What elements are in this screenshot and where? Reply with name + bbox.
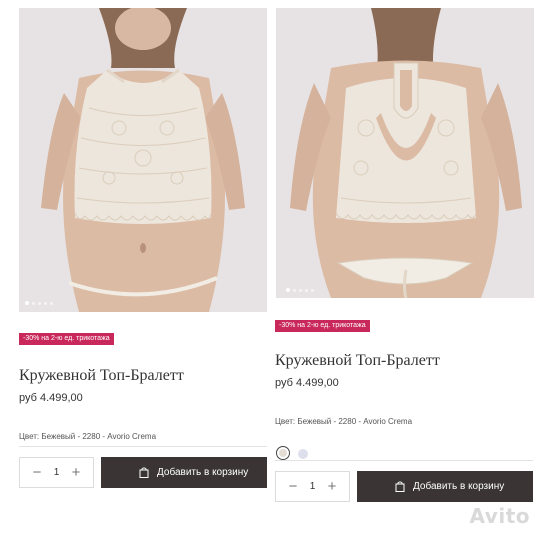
- color-swatches: [276, 446, 308, 460]
- color-swatch-lilac[interactable]: [298, 449, 308, 459]
- quantity-stepper: − 1 +: [19, 457, 94, 488]
- carousel-dot[interactable]: [25, 301, 29, 305]
- color-swatch-beige[interactable]: [276, 446, 290, 460]
- shopping-bag-icon: [139, 467, 149, 478]
- carousel-dot[interactable]: [305, 288, 308, 292]
- carousel-dot[interactable]: [311, 288, 314, 292]
- product-photo-front[interactable]: [19, 8, 267, 312]
- add-to-cart-button[interactable]: Добавить в корзину: [357, 471, 533, 502]
- divider: [275, 460, 533, 461]
- carousel-dot[interactable]: [44, 301, 47, 305]
- promo-badge: -30% на 2-ю ед. трикотажа: [19, 333, 114, 345]
- add-to-cart-label: Добавить в корзину: [157, 467, 249, 478]
- divider: [19, 446, 267, 447]
- minus-icon[interactable]: −: [30, 465, 44, 480]
- promo-badge: -30% на 2-ю ед. трикотажа: [275, 320, 370, 332]
- lace-top-front-image: [19, 8, 267, 312]
- carousel-dots[interactable]: [286, 288, 314, 292]
- add-to-cart-button[interactable]: Добавить в корзину: [101, 457, 267, 488]
- product-title[interactable]: Кружевной Топ-Бралетт: [275, 352, 440, 370]
- product-title[interactable]: Кружевной Топ-Бралетт: [19, 367, 184, 385]
- quantity-value: 1: [309, 481, 316, 492]
- quantity-stepper: − 1 +: [275, 471, 350, 502]
- carousel-dots[interactable]: [25, 301, 53, 305]
- carousel-dot[interactable]: [293, 288, 296, 292]
- color-label: Цвет: Бежевый - 2280 - Avorio Crema: [275, 417, 413, 426]
- product-price: руб 4.499,00: [275, 377, 339, 389]
- product-photo-back[interactable]: [276, 8, 534, 298]
- plus-icon[interactable]: +: [325, 479, 339, 494]
- add-to-cart-label: Добавить в корзину: [413, 481, 505, 492]
- minus-icon[interactable]: −: [286, 479, 300, 494]
- avito-watermark-logo: Avito: [469, 504, 530, 528]
- carousel-dot[interactable]: [50, 301, 53, 305]
- quantity-value: 1: [53, 467, 60, 478]
- shopping-bag-icon: [395, 481, 405, 492]
- carousel-dot[interactable]: [286, 288, 290, 292]
- carousel-dot[interactable]: [32, 301, 35, 305]
- plus-icon[interactable]: +: [69, 465, 83, 480]
- color-label: Цвет: Бежевый - 2280 - Avorio Crema: [19, 432, 157, 441]
- lace-top-back-image: [276, 8, 534, 298]
- carousel-dot[interactable]: [38, 301, 41, 305]
- product-card-right: -30% на 2-ю ед. трикотажа Кружевной Топ-…: [270, 0, 540, 540]
- carousel-dot[interactable]: [299, 288, 302, 292]
- product-price: руб 4.499,00: [19, 392, 83, 404]
